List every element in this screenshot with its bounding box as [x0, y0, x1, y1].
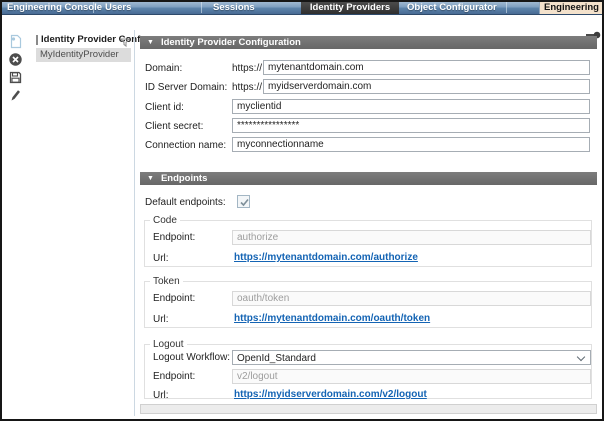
sidebar-item-identity-provider[interactable]: MyIdentityProvider [36, 48, 131, 62]
token-url-link[interactable]: https://mytenantdomain.com/oauth/token [234, 313, 430, 324]
id-server-domain-prefix: https:// [232, 82, 261, 93]
client-secret-label: Client secret: [145, 121, 203, 132]
client-secret-input[interactable] [232, 118, 590, 133]
tab-engineering-console[interactable]: Engineering Console [1, 1, 93, 14]
edit-pen-icon[interactable] [8, 88, 23, 103]
tab-identity-providers[interactable]: Identity Providers [301, 1, 399, 14]
tab-separator [506, 2, 507, 13]
connection-name-label: Connection name: [145, 140, 226, 151]
collapse-arrow-icon: ▼ [147, 172, 154, 185]
tab-users[interactable]: Users [94, 1, 201, 14]
section-header-configuration[interactable]: ▼ Identity Provider Configuration [140, 36, 597, 49]
client-id-label: Client id: [145, 102, 184, 113]
chevron-down-icon [577, 353, 585, 361]
sidebar-header-accent [36, 35, 38, 45]
domain-label: Domain: [145, 63, 182, 74]
logout-workflow-label: Logout Workflow: [153, 352, 230, 363]
tab-object-configurator[interactable]: Object Configurator [399, 1, 506, 14]
horizontal-scrollbar-track[interactable] [140, 404, 597, 414]
code-group-title: Code [150, 215, 180, 226]
code-endpoint-input[interactable] [232, 230, 591, 245]
section-title: Identity Provider Configuration [161, 37, 301, 48]
code-url-label: Url: [153, 253, 169, 264]
token-endpoint-label: Endpoint: [153, 293, 195, 304]
tab-sessions[interactable]: Sessions [202, 1, 301, 14]
pin-icon[interactable] [586, 26, 601, 34]
domain-prefix: https:// [232, 63, 261, 74]
logout-group: Logout Logout Workflow: OpenId_Standard … [144, 344, 592, 399]
code-endpoint-label: Endpoint: [153, 232, 195, 243]
id-server-domain-label: ID Server Domain: [145, 82, 227, 93]
filter-funnel-icon[interactable] [120, 35, 131, 45]
domain-input[interactable] [263, 60, 590, 75]
token-endpoint-input[interactable] [232, 291, 591, 306]
default-endpoints-label: Default endpoints: [145, 197, 226, 208]
default-endpoints-checkbox[interactable] [237, 195, 250, 208]
token-url-label: Url: [153, 314, 169, 325]
section-header-endpoints[interactable]: ▼ Endpoints [140, 172, 597, 185]
section-title: Endpoints [161, 173, 207, 184]
collapse-arrow-icon: ▼ [147, 36, 154, 49]
code-url-link[interactable]: https://mytenantdomain.com/authorize [234, 252, 418, 263]
logout-url-label: Url: [153, 390, 169, 401]
logout-workflow-value: OpenId_Standard [237, 353, 316, 364]
save-icon[interactable] [8, 70, 23, 85]
panel-separator [134, 30, 135, 416]
connection-name-input[interactable] [232, 137, 590, 152]
id-server-domain-input[interactable] [263, 79, 590, 94]
token-group: Token Endpoint: Url: https://mytenantdom… [144, 281, 592, 328]
logout-endpoint-input[interactable] [232, 369, 591, 384]
tab-engineering[interactable]: Engineering [539, 1, 603, 14]
new-document-icon[interactable] [8, 34, 23, 49]
code-group: Code Endpoint: Url: https://mytenantdoma… [144, 220, 592, 267]
delete-icon[interactable] [8, 52, 23, 67]
token-group-title: Token [150, 276, 183, 287]
logout-workflow-select[interactable]: OpenId_Standard [232, 350, 591, 365]
logout-url-link[interactable]: https://myidserverdomain.com/v2/logout [234, 389, 427, 400]
logout-endpoint-label: Endpoint: [153, 371, 195, 382]
top-tab-bar: Engineering Console Users Sessions Ident… [1, 1, 603, 15]
client-id-input[interactable] [232, 99, 590, 114]
logout-group-title: Logout [150, 339, 187, 350]
